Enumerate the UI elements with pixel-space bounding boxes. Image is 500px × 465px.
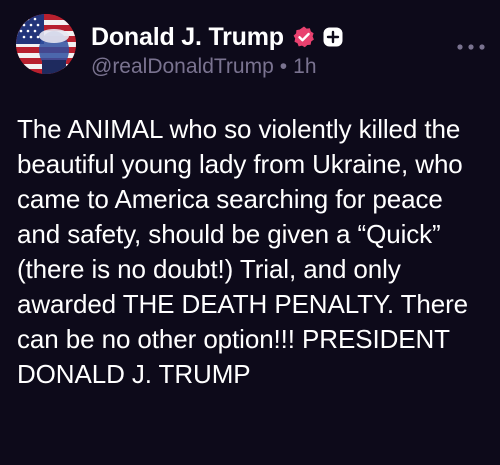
- plus-badge-icon[interactable]: [322, 26, 344, 48]
- author-display-name[interactable]: Donald J. Trump: [91, 23, 284, 52]
- post-timestamp[interactable]: 1h: [293, 55, 316, 78]
- author-meta-row: @realDonaldTrump • 1h: [91, 55, 450, 79]
- post-card: Donald J. Trump @realDonaldTrump • 1h Th…: [0, 0, 500, 465]
- post-header: Donald J. Trump @realDonaldTrump • 1h: [91, 20, 450, 79]
- author-name-row: Donald J. Trump: [91, 20, 450, 54]
- post-body-text: The ANIMAL who so violently killed the b…: [17, 114, 469, 389]
- avatar[interactable]: [16, 14, 76, 74]
- verified-badge-icon: [292, 25, 316, 49]
- flag-portrait-avatar-icon: [16, 14, 76, 74]
- more-options-button[interactable]: [456, 40, 486, 54]
- meta-separator: •: [279, 55, 288, 78]
- more-options-icon: [457, 44, 485, 50]
- author-handle[interactable]: @realDonaldTrump: [91, 55, 274, 78]
